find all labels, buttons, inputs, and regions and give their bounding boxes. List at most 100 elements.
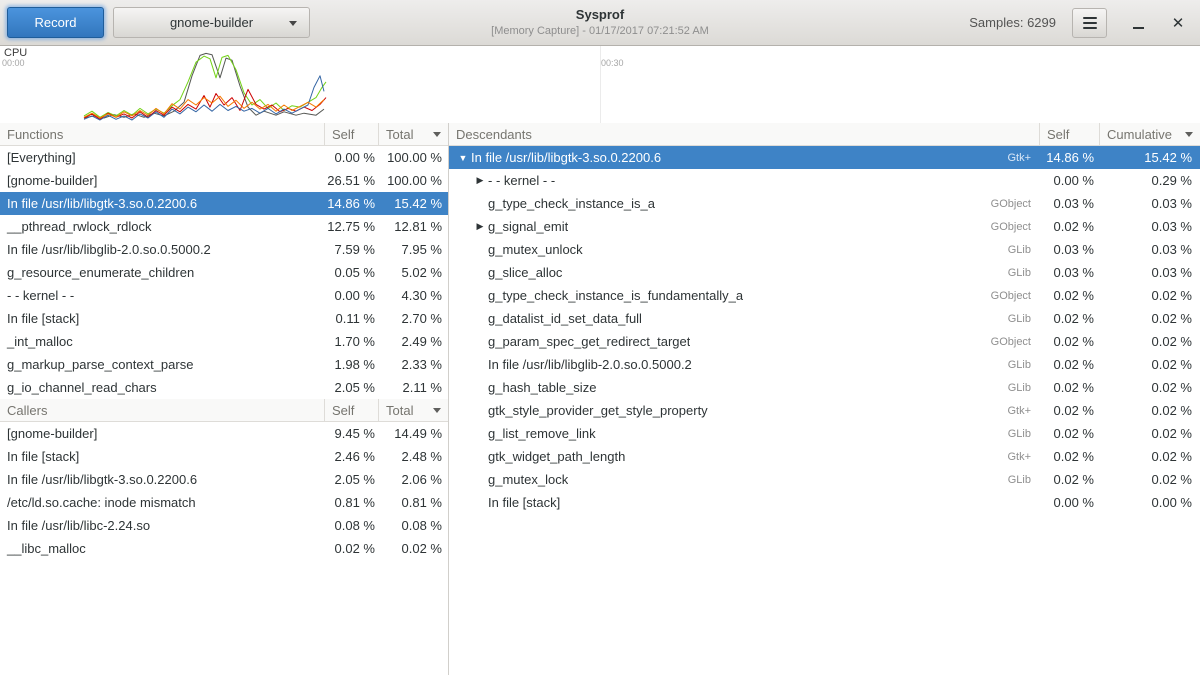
column-header-total[interactable]: Total (379, 399, 448, 421)
cumulative-value: 0.02 % (1100, 380, 1200, 395)
descendant-name-cell: ▼In file /usr/lib/libgtk-3.so.0.2200.6Gt… (449, 150, 1040, 165)
self-value: 26.51 % (325, 173, 379, 188)
cumulative-value: 0.03 % (1100, 219, 1200, 234)
column-header-self[interactable]: Self (325, 123, 379, 145)
descendant-row[interactable]: g_type_check_instance_is_aGObject0.03 %0… (449, 192, 1200, 215)
tree-indent (455, 226, 472, 227)
minimize-icon (1133, 27, 1144, 29)
function-name: __libc_malloc (0, 541, 325, 556)
caller-row[interactable]: /etc/ld.so.cache: inode mismatch0.81 %0.… (0, 491, 448, 514)
column-header-callers[interactable]: Callers (0, 399, 325, 421)
function-row[interactable]: [gnome-builder]26.51 %100.00 % (0, 169, 448, 192)
column-header-self[interactable]: Self (1040, 123, 1100, 145)
tree-indent (455, 502, 472, 503)
descendant-row[interactable]: In file [stack]0.00 %0.00 % (449, 491, 1200, 514)
self-value: 9.45 % (325, 426, 379, 441)
function-row[interactable]: In file [stack]0.11 %2.70 % (0, 307, 448, 330)
caller-row[interactable]: [gnome-builder]9.45 %14.49 % (0, 422, 448, 445)
descendant-name-cell: gtk_widget_path_lengthGtk+ (449, 449, 1040, 464)
self-value: 0.03 % (1040, 242, 1100, 257)
descendant-row[interactable]: In file /usr/lib/libglib-2.0.so.0.5000.2… (449, 353, 1200, 376)
descendant-row[interactable]: g_type_check_instance_is_fundamentally_a… (449, 284, 1200, 307)
caller-row[interactable]: In file /usr/lib/libgtk-3.so.0.2200.62.0… (0, 468, 448, 491)
descendant-row[interactable]: g_mutex_lockGLib0.02 %0.02 % (449, 468, 1200, 491)
cpu-series-cpu0 (84, 55, 326, 117)
collapse-icon[interactable]: ▼ (455, 153, 471, 163)
self-value: 12.75 % (325, 219, 379, 234)
self-value: 0.02 % (1040, 472, 1100, 487)
total-value: 14.49 % (379, 426, 448, 441)
process-selector-dropdown[interactable]: gnome-builder (113, 7, 310, 38)
function-row[interactable]: _int_malloc1.70 %2.49 % (0, 330, 448, 353)
tree-indent (455, 433, 472, 434)
expand-icon[interactable]: ▶ (472, 175, 488, 186)
function-row[interactable]: __pthread_rwlock_rdlock12.75 %12.81 % (0, 215, 448, 238)
total-value: 5.02 % (379, 265, 448, 280)
self-value: 0.02 % (1040, 449, 1100, 464)
tree-indent (455, 203, 472, 204)
descendant-row[interactable]: g_list_remove_linkGLib0.02 %0.02 % (449, 422, 1200, 445)
self-value: 0.02 % (1040, 219, 1100, 234)
caller-row[interactable]: __libc_malloc0.02 %0.02 % (0, 537, 448, 560)
descendant-name-cell: g_type_check_instance_is_aGObject (449, 196, 1040, 211)
cumulative-value: 0.02 % (1100, 311, 1200, 326)
descendant-row[interactable]: g_hash_table_sizeGLib0.02 %0.02 % (449, 376, 1200, 399)
descendant-name: g_mutex_unlock (488, 242, 583, 257)
functions-table-header: Functions Self Total (0, 123, 448, 146)
cumulative-value: 0.02 % (1100, 334, 1200, 349)
descendant-row[interactable]: ▶g_signal_emitGObject0.02 %0.03 % (449, 215, 1200, 238)
header-bar: Record gnome-builder Sysprof [Memory Cap… (0, 0, 1200, 46)
record-button[interactable]: Record (7, 7, 104, 38)
descendants-table-header: Descendants Self Cumulative (449, 123, 1200, 146)
column-header-descendants[interactable]: Descendants (449, 123, 1040, 145)
cumulative-value: 0.03 % (1100, 242, 1200, 257)
tree-indent (455, 249, 472, 250)
descendant-row[interactable]: gtk_style_provider_get_style_propertyGtk… (449, 399, 1200, 422)
column-header-functions[interactable]: Functions (0, 123, 325, 145)
descendant-name: g_param_spec_get_redirect_target (488, 334, 690, 349)
function-row[interactable]: [Everything]0.00 %100.00 % (0, 146, 448, 169)
function-row[interactable]: - - kernel - -0.00 %4.30 % (0, 284, 448, 307)
tree-indent (455, 180, 472, 181)
function-name: In file /usr/lib/libglib-2.0.so.0.5000.2 (0, 242, 325, 257)
cpu-series-cpu3 (84, 96, 324, 118)
descendant-row[interactable]: gtk_widget_path_lengthGtk+0.02 %0.02 % (449, 445, 1200, 468)
descendant-row[interactable]: g_param_spec_get_redirect_targetGObject0… (449, 330, 1200, 353)
tree-indent (455, 364, 472, 365)
page-title: Sysprof (300, 7, 900, 22)
function-row[interactable]: g_resource_enumerate_children0.05 %5.02 … (0, 261, 448, 284)
function-row[interactable]: g_markup_parse_context_parse1.98 %2.33 % (0, 353, 448, 376)
column-header-cumulative[interactable]: Cumulative (1100, 123, 1200, 145)
function-row[interactable]: In file /usr/lib/libglib-2.0.so.0.5000.2… (0, 238, 448, 261)
hamburger-menu-button[interactable] (1072, 8, 1107, 38)
expand-icon[interactable]: ▶ (472, 221, 488, 232)
caller-row[interactable]: In file [stack]2.46 %2.48 % (0, 445, 448, 468)
tree-indent (455, 295, 472, 296)
caller-row[interactable]: In file /usr/lib/libc-2.24.so0.08 %0.08 … (0, 514, 448, 537)
descendant-name-cell: ▶g_signal_emitGObject (449, 219, 1040, 234)
process-selector-label: gnome-builder (170, 15, 253, 30)
self-value: 0.81 % (325, 495, 379, 510)
function-row[interactable]: In file /usr/lib/libgtk-3.so.0.2200.614.… (0, 192, 448, 215)
descendant-row[interactable]: g_datalist_id_set_data_fullGLib0.02 %0.0… (449, 307, 1200, 330)
minimize-button[interactable] (1128, 8, 1148, 38)
category-label: GLib (999, 244, 1040, 256)
category-label: GObject (982, 221, 1040, 233)
cumulative-value: 0.03 % (1100, 196, 1200, 211)
window-title-area: Sysprof [Memory Capture] - 01/17/2017 07… (300, 7, 900, 37)
category-label: GLib (999, 359, 1040, 371)
column-header-total[interactable]: Total (379, 123, 448, 145)
column-header-self[interactable]: Self (325, 399, 379, 421)
total-value: 0.08 % (379, 518, 448, 533)
function-name: In file /usr/lib/libc-2.24.so (0, 518, 325, 533)
category-label: GLib (999, 382, 1040, 394)
callers-table-header: Callers Self Total (0, 399, 448, 422)
self-value: 0.00 % (325, 288, 379, 303)
descendant-row[interactable]: g_mutex_unlockGLib0.03 %0.03 % (449, 238, 1200, 261)
function-row[interactable]: g_io_channel_read_chars2.05 %2.11 % (0, 376, 448, 399)
descendant-row[interactable]: ▶- - kernel - -0.00 %0.29 % (449, 169, 1200, 192)
descendant-row[interactable]: g_slice_allocGLib0.03 %0.03 % (449, 261, 1200, 284)
descendant-row[interactable]: ▼In file /usr/lib/libgtk-3.so.0.2200.6Gt… (449, 146, 1200, 169)
close-button[interactable]: ✕ (1168, 8, 1188, 38)
cpu-graph[interactable]: CPU 00:00 00:30 (0, 46, 1200, 123)
